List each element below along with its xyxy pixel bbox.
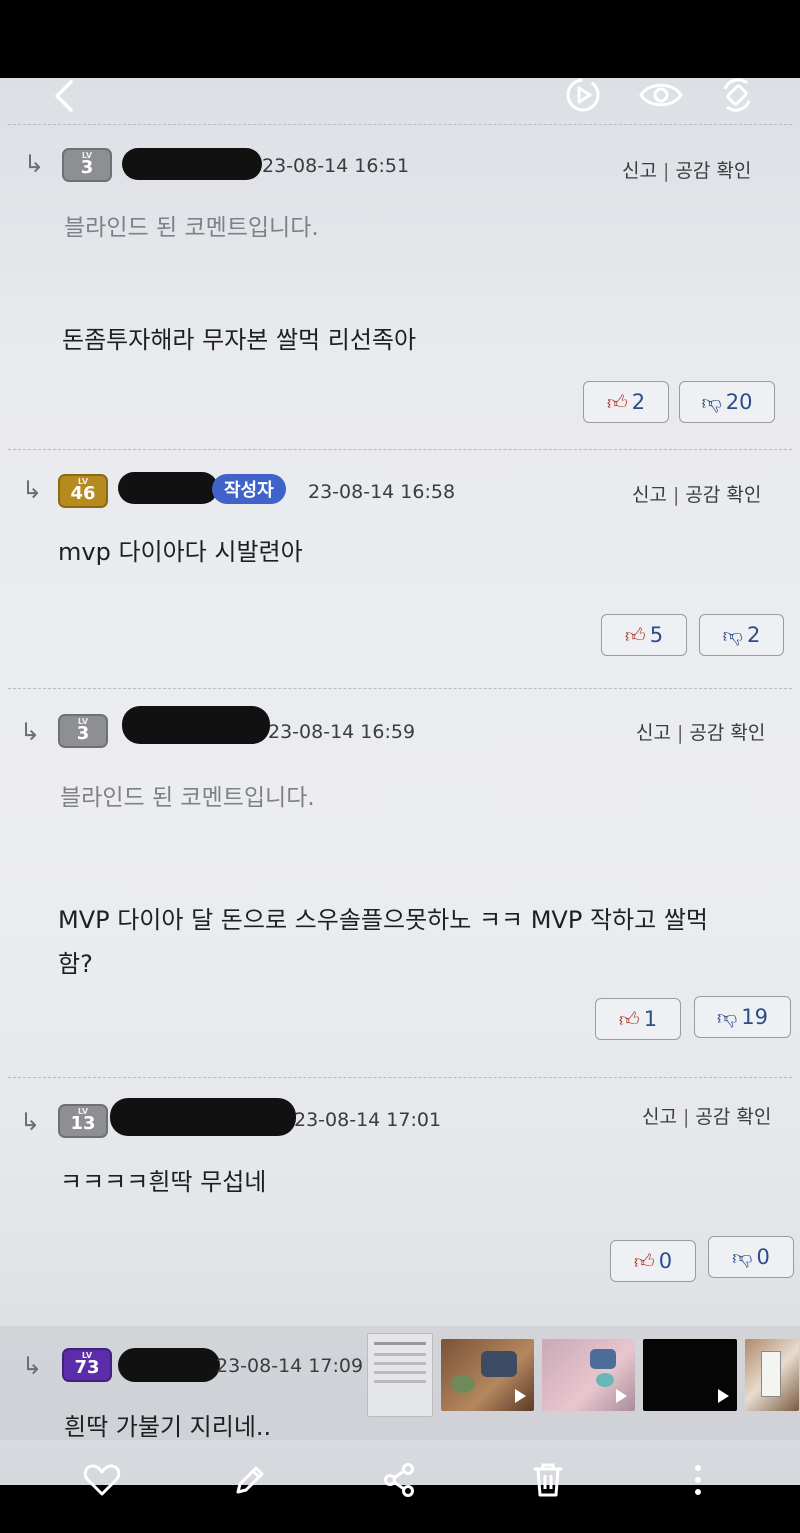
more-icon[interactable] <box>676 1458 720 1502</box>
comment-text-line2: 함? <box>58 950 93 978</box>
comment-text: ㅋㅋㅋㅋ흰딱 무섭네 <box>60 1168 267 1196</box>
level-badge: LV 3 <box>58 714 108 748</box>
back-icon[interactable] <box>44 78 84 114</box>
thumbnail-photo[interactable] <box>745 1339 799 1411</box>
thumbnail-screenshot[interactable] <box>367 1333 433 1417</box>
sympathy-link[interactable]: 공감 확인 <box>695 1106 771 1128</box>
comment-text: 돈좀투자해라 무자본 쌀먹 리선족아 <box>62 326 417 354</box>
eye-icon[interactable] <box>636 72 686 118</box>
author-tag: 작성자 <box>212 474 286 504</box>
downvote-button[interactable]: 👎︎ 0 <box>708 1236 794 1278</box>
level-badge: LV 73 <box>62 1348 112 1382</box>
trash-icon[interactable] <box>526 1458 570 1502</box>
upvote-button[interactable]: 👍︎ 0 <box>610 1240 696 1282</box>
report-link[interactable]: 신고 <box>622 160 657 182</box>
comment-date: 23-08-14 16:58 <box>308 481 456 503</box>
share-icon[interactable] <box>377 1458 421 1502</box>
comment-divider <box>8 688 792 689</box>
comment-actions: 신고 | 공감 확인 <box>642 1106 772 1128</box>
status-bar-area <box>0 0 800 78</box>
play-icon <box>718 1389 729 1403</box>
report-link[interactable]: 신고 <box>636 722 671 744</box>
redacted-username <box>122 148 262 180</box>
upvote-button[interactable]: 👍︎ 2 <box>583 381 669 423</box>
play-icon <box>515 1389 526 1403</box>
thumb-up-icon: 👍︎ <box>606 389 628 414</box>
thumb-up-icon: 👍︎ <box>633 1248 655 1273</box>
reply-arrow-icon: ↳ <box>20 1108 41 1136</box>
comment-date: 23-08-14 16:51 <box>262 155 410 177</box>
heart-icon[interactable] <box>80 1458 124 1502</box>
level-badge: LV 46 <box>58 474 108 508</box>
reply-arrow-icon: ↳ <box>24 150 45 178</box>
comment-date: 23-08-14 17:09 <box>216 1355 364 1377</box>
thumb-down-icon: 👎︎ <box>722 622 743 647</box>
level-badge: LV 3 <box>62 148 112 182</box>
comment-divider <box>8 449 792 450</box>
gallery-thumbnail-strip <box>367 1333 799 1417</box>
auto-rotate-icon[interactable] <box>714 72 760 118</box>
report-link[interactable]: 신고 <box>632 484 667 506</box>
gallery-bottom-toolbar <box>0 1440 800 1533</box>
play-icon <box>616 1389 627 1403</box>
comment-text-line1: MVP 다이아 달 돈으로 스우솔플으못하노 ㅋㅋ MVP 작하고 쌀먹 <box>58 906 708 934</box>
thumb-up-icon: 👍︎ <box>618 1006 640 1031</box>
reply-arrow-icon: ↳ <box>22 1352 43 1380</box>
thumb-up-icon: 👍︎ <box>624 622 646 647</box>
redacted-username <box>122 706 270 744</box>
thumbnail-video[interactable] <box>643 1339 737 1411</box>
comment-date: 23-08-14 16:59 <box>268 721 416 743</box>
level-badge: LV 13 <box>58 1104 108 1138</box>
comment-date: 23-08-14 17:01 <box>294 1109 442 1131</box>
sympathy-link[interactable]: 공감 확인 <box>675 160 751 182</box>
sympathy-link[interactable]: 공감 확인 <box>685 484 761 506</box>
motion-photo-icon[interactable] <box>560 72 606 118</box>
edit-icon[interactable] <box>228 1458 272 1502</box>
thumb-down-icon: 👎︎ <box>701 389 722 414</box>
comment-actions: 신고 | 공감 확인 <box>636 722 766 744</box>
thumb-down-icon: 👎︎ <box>716 1004 738 1029</box>
downvote-button[interactable]: 👎︎ 19 <box>694 996 791 1038</box>
upvote-button[interactable]: 👍︎ 1 <box>595 998 681 1040</box>
report-link[interactable]: 신고 <box>642 1106 677 1128</box>
downvote-button[interactable]: 👎︎ 20 <box>679 381 775 423</box>
comment-actions: 신고 | 공감 확인 <box>622 160 752 182</box>
thumbnail-video[interactable] <box>542 1339 635 1411</box>
sympathy-link[interactable]: 공감 확인 <box>689 722 765 744</box>
thumbnail-video[interactable] <box>441 1339 534 1411</box>
comment-divider <box>8 124 792 125</box>
comment-text: mvp 다이아다 시발련아 <box>58 538 303 566</box>
downvote-button[interactable]: 👎︎ 2 <box>699 614 784 656</box>
comment-divider <box>8 1077 792 1078</box>
blinded-comment-notice: 블라인드 된 코멘트입니다. <box>60 785 315 811</box>
redacted-username <box>118 472 218 504</box>
reply-arrow-icon: ↳ <box>22 476 43 504</box>
redacted-username <box>118 1348 220 1382</box>
redacted-username <box>110 1098 296 1136</box>
reply-arrow-icon: ↳ <box>20 718 41 746</box>
comment-actions: 신고 | 공감 확인 <box>632 484 762 506</box>
upvote-button[interactable]: 👍︎ 5 <box>601 614 687 656</box>
blinded-comment-notice: 블라인드 된 코멘트입니다. <box>64 215 319 241</box>
thumb-down-icon: 👎︎ <box>732 1244 753 1269</box>
